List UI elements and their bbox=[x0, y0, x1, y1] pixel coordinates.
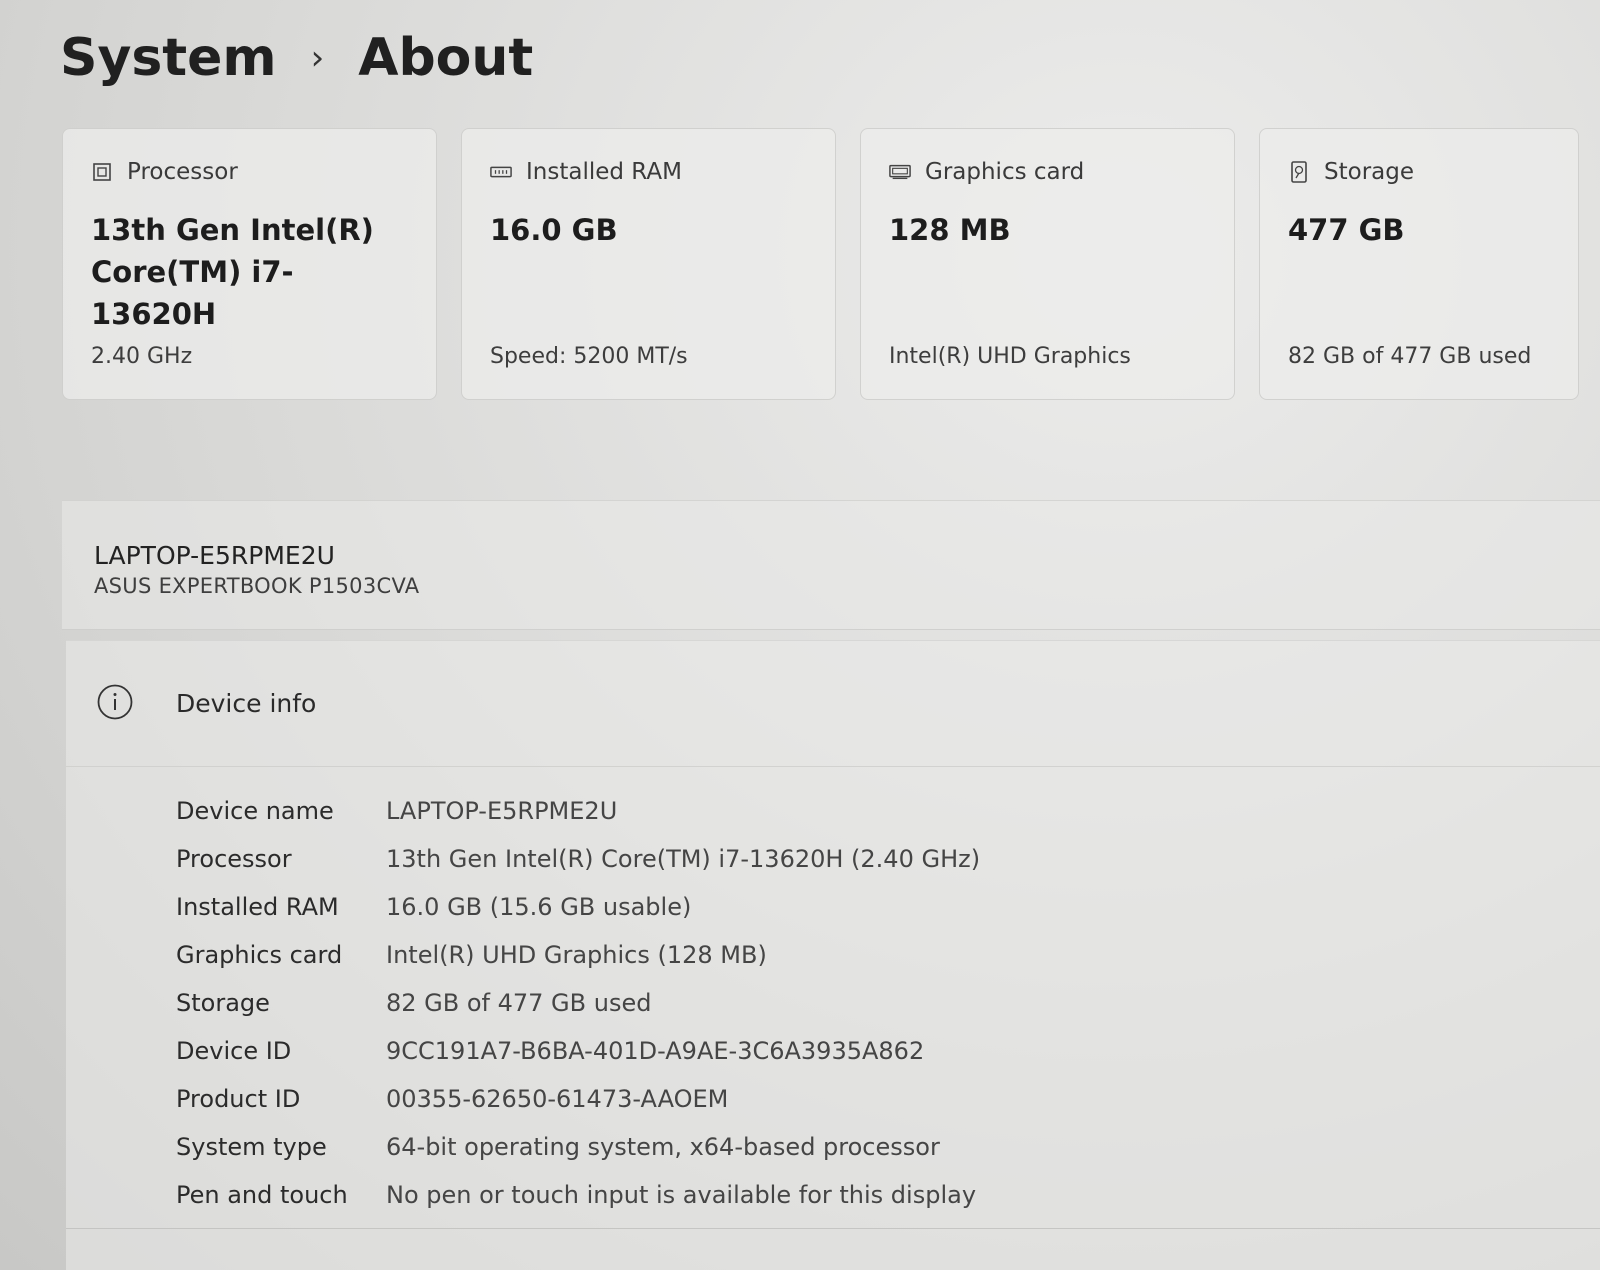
spec-value: No pen or touch input is available for t… bbox=[386, 1181, 977, 1209]
storage-card-label: Storage bbox=[1324, 159, 1414, 185]
processor-card-label: Processor bbox=[127, 159, 238, 185]
spec-label: Storage bbox=[176, 989, 270, 1017]
ram-icon bbox=[490, 161, 512, 183]
spec-cards: Processor 13th Gen Intel(R) Core(TM) i7-… bbox=[62, 128, 1579, 400]
spec-value: 00355-62650-61473-AAOEM bbox=[386, 1085, 729, 1113]
storage-icon bbox=[1288, 161, 1310, 183]
ram-card-label: Installed RAM bbox=[526, 159, 682, 185]
spec-row-processor: Processor 13th Gen Intel(R) Core(TM) i7-… bbox=[176, 835, 1600, 883]
spec-label: Device ID bbox=[176, 1037, 292, 1065]
spec-value: 9CC191A7-B6BA-401D-A9AE-3C6A3935A862 bbox=[386, 1037, 925, 1065]
spec-value: Intel(R) UHD Graphics (128 MB) bbox=[386, 941, 767, 969]
graphics-card-value: 128 MB bbox=[889, 213, 1011, 247]
breadcrumb-separator: › bbox=[310, 38, 325, 78]
spec-label: System type bbox=[176, 1133, 327, 1161]
spec-value: 64-bit operating system, x64-based proce… bbox=[386, 1133, 940, 1161]
graphics-card-sub: Intel(R) UHD Graphics bbox=[889, 344, 1131, 369]
ram-card-sub: Speed: 5200 MT/s bbox=[490, 344, 688, 369]
spec-value: 82 GB of 477 GB used bbox=[386, 989, 652, 1017]
storage-card: Storage 477 GB 82 GB of 477 GB used bbox=[1259, 128, 1579, 400]
spec-value: 16.0 GB (15.6 GB usable) bbox=[386, 893, 692, 921]
storage-card-value: 477 GB bbox=[1288, 213, 1405, 247]
device-header[interactable]: LAPTOP-E5RPME2U ASUS EXPERTBOOK P1503CVA bbox=[62, 500, 1600, 630]
storage-card-sub: 82 GB of 477 GB used bbox=[1288, 344, 1532, 369]
processor-card: Processor 13th Gen Intel(R) Core(TM) i7-… bbox=[62, 128, 437, 400]
breadcrumb-system[interactable]: System bbox=[60, 28, 277, 88]
spec-row-pen-and-touch: Pen and touch No pen or touch input is a… bbox=[176, 1171, 1600, 1219]
processor-card-value: 13th Gen Intel(R) Core(TM) i7-13620H bbox=[91, 213, 374, 331]
spec-row-graphics-card: Graphics card Intel(R) UHD Graphics (128… bbox=[176, 931, 1600, 979]
device-info-title: Device info bbox=[176, 689, 317, 718]
spec-label: Graphics card bbox=[176, 941, 343, 969]
breadcrumb: System › About bbox=[60, 28, 533, 88]
spec-value: 13th Gen Intel(R) Core(TM) i7-13620H (2.… bbox=[386, 845, 981, 873]
spec-label: Processor bbox=[176, 845, 292, 873]
spec-label: Installed RAM bbox=[176, 893, 339, 921]
info-icon bbox=[96, 683, 134, 725]
spec-row-device-name: Device name LAPTOP-E5RPME2U bbox=[176, 787, 1600, 835]
graphics-card-card: Graphics card 128 MB Intel(R) UHD Graphi… bbox=[860, 128, 1235, 400]
spec-label: Device name bbox=[176, 797, 334, 825]
device-model: ASUS EXPERTBOOK P1503CVA bbox=[94, 574, 420, 598]
spec-row-device-id: Device ID 9CC191A7-B6BA-401D-A9AE-3C6A39… bbox=[176, 1027, 1600, 1075]
spec-value: LAPTOP-E5RPME2U bbox=[386, 797, 618, 825]
spec-row-system-type: System type 64-bit operating system, x64… bbox=[176, 1123, 1600, 1171]
device-name: LAPTOP-E5RPME2U bbox=[94, 541, 335, 570]
spec-row-installed-ram: Installed RAM 16.0 GB (15.6 GB usable) bbox=[176, 883, 1600, 931]
processor-card-sub: 2.40 GHz bbox=[91, 344, 193, 369]
spec-row-product-id: Product ID 00355-62650-61473-AAOEM bbox=[176, 1075, 1600, 1123]
spec-label: Pen and touch bbox=[176, 1181, 348, 1209]
divider bbox=[66, 1228, 1600, 1229]
ram-card-value: 16.0 GB bbox=[490, 213, 618, 247]
spec-label: Product ID bbox=[176, 1085, 301, 1113]
graphics-card-label: Graphics card bbox=[925, 159, 1085, 185]
page-title: About bbox=[358, 28, 534, 88]
device-info-header[interactable]: Device info bbox=[66, 641, 1600, 767]
processor-icon bbox=[91, 161, 113, 183]
graphics-card-icon bbox=[889, 161, 911, 183]
device-info-panel: Device info Device name LAPTOP-E5RPME2U … bbox=[66, 640, 1600, 1270]
device-spec-table: Device name LAPTOP-E5RPME2U Processor 13… bbox=[66, 767, 1600, 1219]
spec-row-storage: Storage 82 GB of 477 GB used bbox=[176, 979, 1600, 1027]
ram-card: Installed RAM 16.0 GB Speed: 5200 MT/s bbox=[461, 128, 836, 400]
